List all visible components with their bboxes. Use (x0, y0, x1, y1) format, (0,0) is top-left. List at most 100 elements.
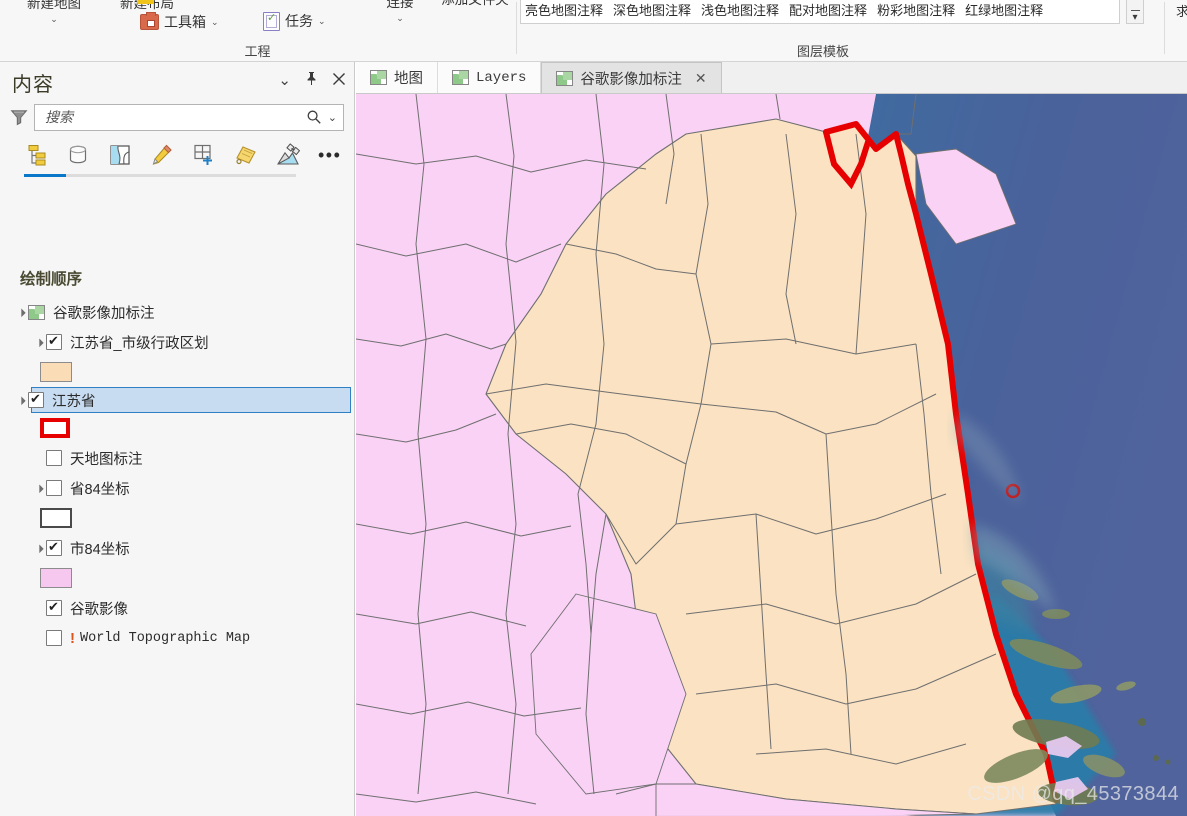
expand-arrow-icon[interactable] (32, 544, 46, 553)
search-input[interactable]: 搜索 ⌄ (34, 103, 344, 131)
close-icon[interactable]: ✕ (695, 70, 707, 87)
tree-item-layer-google-imagery[interactable]: 谷歌影像 (0, 593, 354, 623)
symbol-swatch-outline[interactable] (40, 418, 70, 438)
chevron-down-icon[interactable]: ⌄ (278, 73, 291, 88)
search-icon[interactable] (306, 109, 322, 125)
tab-label: 地图 (394, 71, 423, 87)
gallery-scroll-up-icon[interactable] (1130, 10, 1140, 11)
database-glyph (69, 145, 87, 164)
close-glyph (333, 72, 345, 85)
ribbon-group-divider (1164, 2, 1165, 54)
label-tag-glyph (236, 146, 256, 165)
more-options-icon[interactable]: ••• (318, 146, 341, 164)
tab-map[interactable]: 地图 (356, 62, 438, 93)
gallery-item[interactable]: 浅色地图注释 (701, 1, 779, 21)
symbol-swatch-fill[interactable] (40, 362, 72, 382)
tree-item-label: 谷歌影像 (70, 601, 128, 618)
list-by-data-source-icon[interactable] (66, 143, 90, 167)
map-view-icon (452, 70, 469, 85)
toolbox-button[interactable]: 工具箱 ⌄ (140, 12, 219, 32)
expand-arrow-icon[interactable] (32, 338, 46, 347)
gallery-item[interactable]: 亮色地图注释 (525, 1, 603, 21)
layer-visibility-checkbox[interactable] (46, 598, 62, 616)
legend-swatch-row (0, 413, 354, 443)
expand-arrow-icon[interactable] (14, 396, 28, 405)
tab-label: Layers (476, 69, 527, 86)
symbol-swatch-hollow[interactable] (40, 508, 72, 528)
list-by-drawing-order-icon[interactable] (24, 143, 48, 167)
layer-template-gallery[interactable]: 亮色地图注释 深色地图注释 浅色地图注释 配对地图注释 粉彩地图注释 红绿地图注… (520, 0, 1120, 24)
layer-visibility-checkbox[interactable] (46, 538, 62, 556)
list-by-editing-icon[interactable] (150, 143, 174, 167)
tree-item-label: 江苏省_市级行政区划 (70, 335, 209, 352)
satellite-imagery-glyph (276, 143, 301, 165)
expand-arrow-icon[interactable] (32, 484, 46, 493)
tree-item-layer-jiangsu-selected[interactable]: 江苏省 (28, 387, 351, 413)
layer-visibility-checkbox[interactable] (46, 450, 62, 466)
add-folder-button[interactable]: 添加文件夹 (425, 0, 525, 7)
legend-swatch-row (0, 563, 354, 593)
map-canvas[interactable]: CSDN @qq_45373844 (356, 94, 1187, 816)
gallery-item[interactable]: 深色地图注释 (613, 1, 691, 21)
new-map-button[interactable]: 新建地图 ⌄ (10, 0, 98, 27)
list-by-imagery-icon[interactable] (276, 143, 301, 167)
grid-plus-glyph (194, 144, 212, 165)
close-icon[interactable] (332, 72, 346, 89)
search-glyph (307, 110, 321, 124)
filter-icon[interactable] (10, 108, 28, 126)
layer-visibility-checkbox[interactable] (46, 630, 62, 646)
drawing-order-section-title: 绘制顺序 (20, 271, 83, 288)
chevron-down-icon[interactable]: ⌄ (10, 12, 98, 27)
list-by-labeling-icon[interactable] (234, 143, 258, 167)
tree-item-label: World Topographic Map (80, 630, 251, 646)
layer-visibility-checkbox[interactable] (46, 480, 62, 496)
expand-arrow-icon[interactable] (14, 308, 28, 317)
list-by-selection-icon[interactable] (108, 143, 132, 167)
gallery-scroll-down-icon[interactable]: ▾ (1127, 12, 1143, 23)
map-view-icon (370, 70, 387, 85)
new-map-label: 新建地图 (27, 0, 81, 11)
layer-tree: 谷歌影像加标注 江苏省_市级行政区划 江苏省 (0, 297, 354, 653)
tree-item-layer-world-topo[interactable]: ! World Topographic Map (0, 623, 354, 653)
toolbox-label: 工具箱 (164, 14, 206, 30)
layer-visibility-checkbox[interactable] (28, 390, 44, 408)
gallery-scroll-control[interactable]: ▾ (1126, 0, 1144, 24)
map-layer-icon (28, 304, 45, 320)
filter-glyph (10, 110, 28, 126)
gallery-item[interactable]: 粉彩地图注释 (877, 1, 955, 21)
task-label: 任务 (285, 13, 313, 29)
tree-item-layer-tianditu-labels[interactable]: 天地图标注 (0, 443, 354, 473)
chevron-down-icon[interactable]: ⌄ (328, 111, 337, 124)
ribbon-group-layer-templates: 亮色地图注释 深色地图注释 浅色地图注释 配对地图注释 粉彩地图注释 红绿地图注… (517, 0, 1163, 62)
contents-search-row: 搜索 ⌄ (0, 102, 354, 132)
tree-item-layer-province-wgs84[interactable]: 省84坐标 (0, 473, 354, 503)
contents-toolbar-scrollbar[interactable] (24, 174, 296, 177)
task-icon (263, 11, 280, 31)
tree-item-layer-city-wgs84[interactable]: 市84坐标 (0, 533, 354, 563)
ribbon-overflow-label[interactable]: 求 (1176, 1, 1187, 20)
ribbon-group-project: 新建地图 ⌄ 新建布局 ⌄ 工具箱 ⌄ 任务 ⌄ 连接 ⌄ (0, 0, 515, 62)
chevron-down-icon[interactable]: ⌄ (372, 11, 428, 26)
tree-item-label: 江苏省 (52, 393, 96, 410)
tab-layers[interactable]: Layers (438, 62, 542, 93)
tree-item-layer-city-districts[interactable]: 江苏省_市级行政区划 (0, 327, 354, 357)
task-button[interactable]: 任务 ⌄ (263, 11, 326, 31)
chevron-down-icon[interactable]: ⌄ (318, 16, 326, 27)
tree-item-label: 谷歌影像加标注 (53, 305, 155, 322)
map-view-container: 地图 Layers 谷歌影像加标注 ✕ CSDN @qq_45373844 (356, 62, 1187, 816)
list-by-snapping-icon[interactable] (192, 143, 216, 167)
pin-icon[interactable] (305, 71, 318, 89)
gallery-item[interactable]: 红绿地图注释 (965, 1, 1043, 21)
chevron-down-icon[interactable]: ⌄ (211, 17, 219, 28)
connect-button[interactable]: 连接 ⌄ (372, 0, 428, 26)
connect-label: 连接 (386, 0, 414, 10)
layer-visibility-checkbox[interactable] (46, 332, 62, 350)
gallery-item[interactable]: 配对地图注释 (789, 1, 867, 21)
tree-item-map-root[interactable]: 谷歌影像加标注 (0, 297, 354, 327)
tab-label: 谷歌影像加标注 (580, 71, 682, 88)
contents-pane: 内容 ⌄ 搜索 ⌄ ••• 绘制顺序 ◢ 谷歌影像加标注 ◢ ✔ 江苏省_市级行… (0, 62, 355, 816)
tab-google-imagery-labeled[interactable]: 谷歌影像加标注 ✕ (541, 62, 722, 93)
add-folder-label: 添加文件夹 (441, 0, 509, 7)
ribbon-group-label-layer-templates: 图层模板 (796, 44, 849, 59)
symbol-swatch-fill[interactable] (40, 568, 72, 588)
